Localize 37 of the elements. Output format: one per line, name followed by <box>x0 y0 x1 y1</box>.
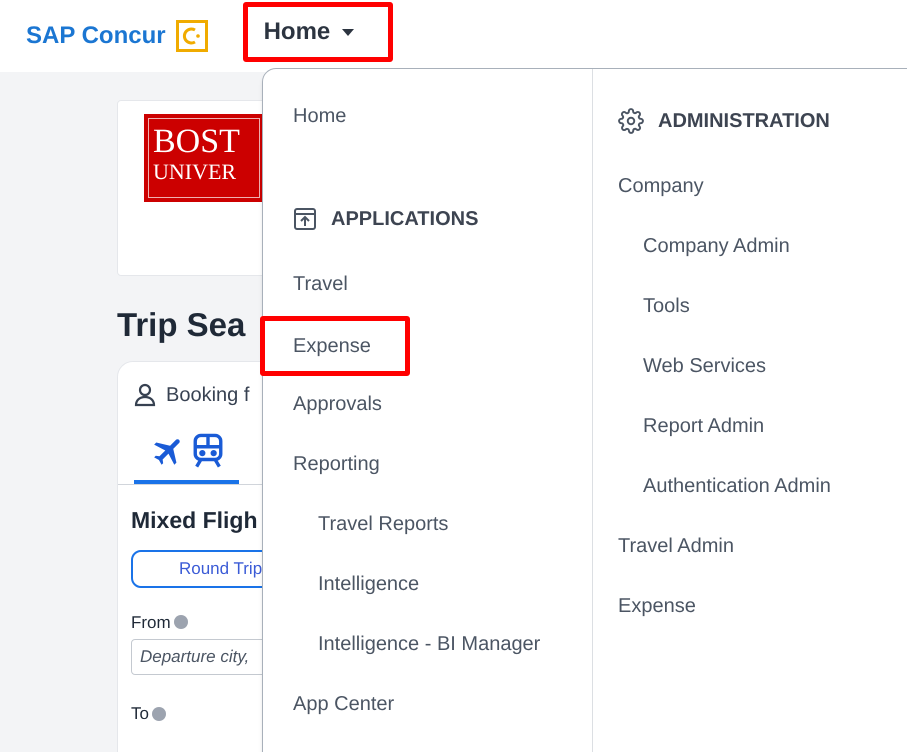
logo-text: UNIVER <box>153 161 238 183</box>
submenu-item[interactable]: Tools <box>643 291 690 321</box>
menu-item[interactable]: App Center <box>293 689 394 719</box>
travel-mode-tab[interactable] <box>134 432 239 484</box>
menu-section-header: ADMINISTRATION <box>658 109 830 134</box>
menu-item[interactable]: Travel Admin <box>618 531 734 561</box>
submenu-item[interactable]: Web Services <box>643 351 766 381</box>
menu-item[interactable]: Expense <box>618 591 696 621</box>
brand-logo-text: SAP Concur <box>26 21 166 51</box>
submenu-item[interactable]: Company Admin <box>643 231 790 261</box>
section-title: Mixed Fligh <box>130 506 258 535</box>
menu-item[interactable]: Approvals <box>293 389 382 419</box>
submenu-item[interactable]: Authentication Admin <box>643 471 831 501</box>
person-icon <box>134 383 156 407</box>
submenu-item[interactable]: Intelligence - BI Manager <box>318 629 540 659</box>
menu-item[interactable]: Home <box>293 101 346 131</box>
menu-item[interactable]: Expense <box>260 316 410 376</box>
field-label: From <box>131 612 171 634</box>
logo-text: BOST <box>153 125 241 159</box>
help-icon <box>174 615 188 630</box>
menu-item[interactable]: Company <box>618 171 704 201</box>
logo-icon <box>176 20 208 52</box>
menu-item[interactable]: Reporting <box>293 449 380 479</box>
submenu-item[interactable]: Travel Reports <box>318 509 448 539</box>
menu-item[interactable]: Travel <box>293 269 348 299</box>
field-label: To <box>131 703 149 725</box>
upload-box-icon <box>293 207 317 231</box>
caret-icon <box>342 28 354 36</box>
submenu-item[interactable]: Report Admin <box>643 411 764 441</box>
menu-section-header: APPLICATIONS <box>331 207 478 232</box>
help-icon <box>152 706 166 721</box>
settings-icon <box>618 108 644 134</box>
train-icon <box>190 432 224 470</box>
nav-menu-button[interactable]: Home <box>242 2 393 62</box>
submenu-item[interactable]: Intelligence <box>318 569 420 599</box>
page-title: Trip Sea <box>117 308 246 341</box>
booking-label: Booking f <box>166 383 250 408</box>
